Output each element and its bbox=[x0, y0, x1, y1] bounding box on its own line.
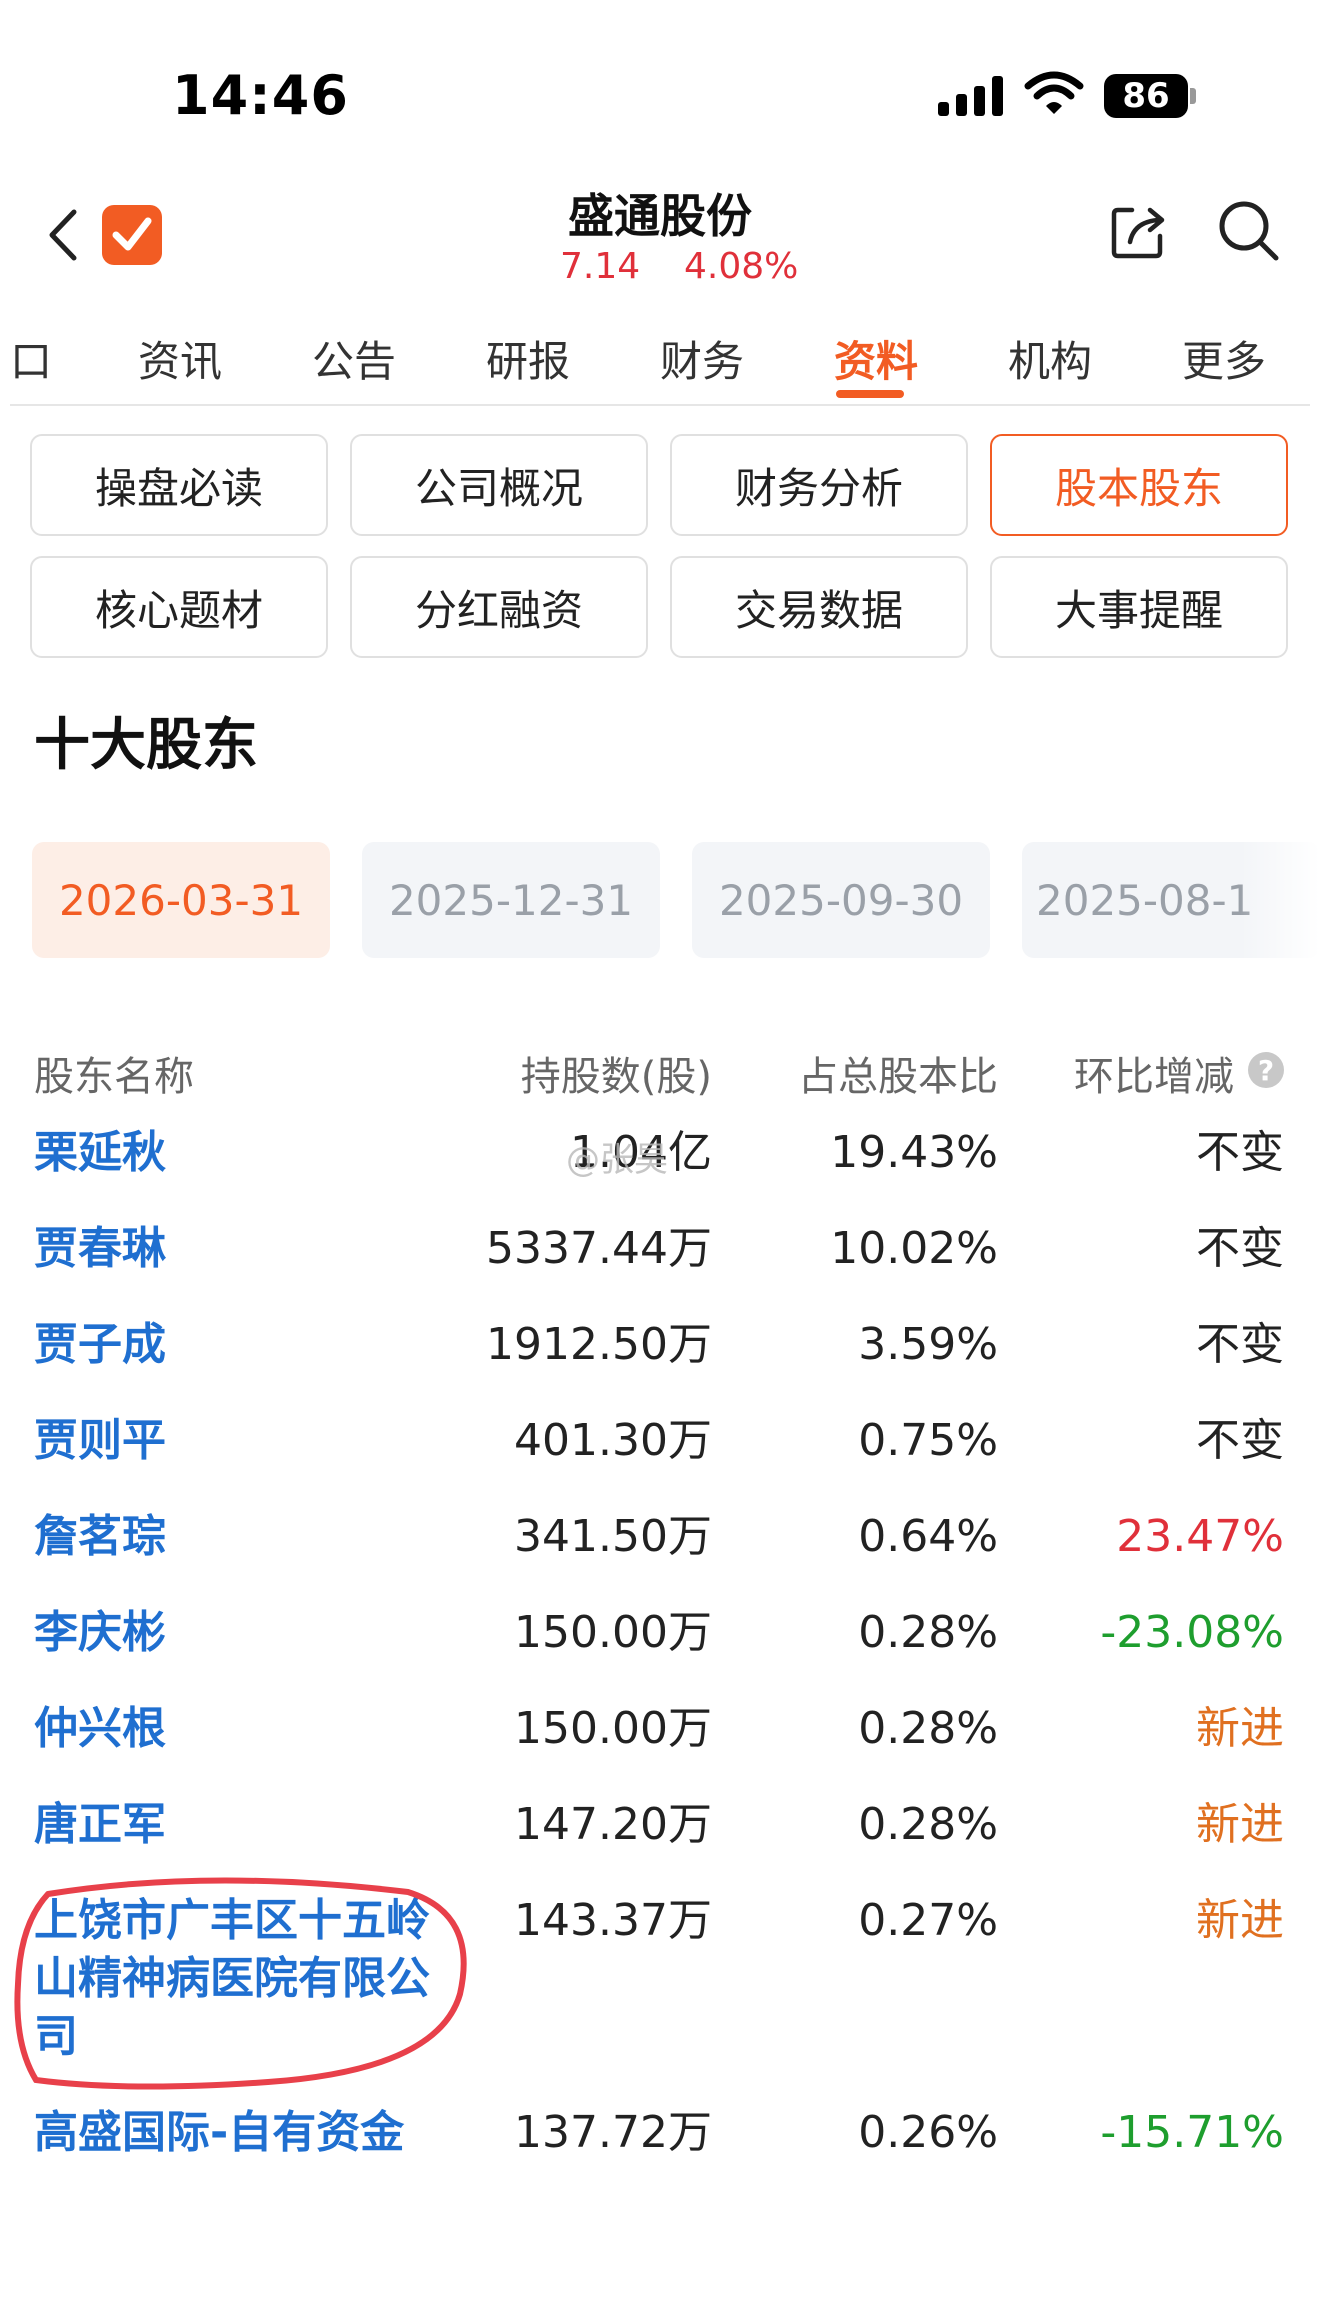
column-header-ratio: 占总股本比 bbox=[798, 1054, 998, 1100]
change-value: 新进 bbox=[1196, 1895, 1284, 1946]
date-chip[interactable]: 2026-03-31 bbox=[32, 842, 330, 958]
share-icon[interactable] bbox=[1106, 200, 1170, 264]
change-value: 不变 bbox=[1196, 1223, 1284, 1274]
category-core-themes[interactable]: 核心题材 bbox=[30, 556, 328, 658]
stock-price: 7.14 bbox=[560, 246, 641, 287]
category-dividends-financing[interactable]: 分红融资 bbox=[350, 556, 648, 658]
search-icon[interactable] bbox=[1216, 198, 1282, 264]
share-ratio: 19.43% bbox=[830, 1127, 998, 1178]
category-financial-analysis[interactable]: 财务分析 bbox=[670, 434, 968, 536]
battery-icon: 86 bbox=[1104, 74, 1188, 118]
shares-held: 5337.44万 bbox=[486, 1223, 712, 1274]
share-ratio: 0.75% bbox=[858, 1415, 998, 1466]
change-value: 不变 bbox=[1196, 1415, 1284, 1466]
shareholder-name[interactable]: 唐正军 bbox=[34, 1796, 434, 1854]
date-chip[interactable]: 2025-12-31 bbox=[362, 842, 660, 958]
share-ratio: 0.28% bbox=[858, 1607, 998, 1658]
column-header-name: 股东名称 bbox=[34, 1054, 194, 1100]
stock-change-percent: 4.08% bbox=[684, 246, 799, 287]
tab-news[interactable]: 资讯 bbox=[138, 328, 222, 389]
scroll-fade bbox=[1240, 842, 1320, 958]
active-tab-indicator bbox=[836, 390, 904, 398]
date-chip[interactable]: 2025-09-30 bbox=[692, 842, 990, 958]
share-ratio: 0.27% bbox=[858, 1895, 998, 1946]
category-company-overview[interactable]: 公司概况 bbox=[350, 434, 648, 536]
share-ratio: 3.59% bbox=[858, 1319, 998, 1370]
shareholder-name[interactable]: 高盛国际-自有资金 bbox=[34, 2104, 434, 2162]
cellular-signal-icon bbox=[938, 76, 1004, 116]
status-time: 14:46 bbox=[172, 64, 349, 127]
shares-held: 341.50万 bbox=[514, 1511, 712, 1562]
tab-research[interactable]: 研报 bbox=[486, 328, 570, 389]
red-circle-annotation bbox=[14, 1877, 467, 2090]
wifi-icon bbox=[1024, 70, 1084, 118]
shares-held: 147.20万 bbox=[514, 1799, 712, 1850]
shares-held: 150.00万 bbox=[514, 1703, 712, 1754]
tab-bar: 口 资讯 公告 研报 财务 资料 机构 更多 bbox=[0, 328, 1320, 398]
section-title: 十大股东 bbox=[34, 713, 258, 778]
change-value: 新进 bbox=[1196, 1703, 1284, 1754]
shareholder-name[interactable]: 詹茗琮 bbox=[34, 1508, 434, 1566]
share-ratio: 0.28% bbox=[858, 1799, 998, 1850]
category-trading-essentials[interactable]: 操盘必读 bbox=[30, 434, 328, 536]
shares-held: 150.00万 bbox=[514, 1607, 712, 1658]
change-value: 23.47% bbox=[1116, 1511, 1284, 1562]
shareholder-name[interactable]: 贾春琳 bbox=[34, 1220, 434, 1278]
divider bbox=[10, 404, 1310, 406]
change-value: 新进 bbox=[1196, 1799, 1284, 1850]
share-ratio: 0.26% bbox=[858, 2107, 998, 2158]
shareholder-name[interactable]: 栗延秋 bbox=[34, 1124, 434, 1182]
shareholder-name[interactable]: 李庆彬 bbox=[34, 1604, 434, 1662]
shares-held: 401.30万 bbox=[514, 1415, 712, 1466]
help-icon[interactable]: ? bbox=[1248, 1052, 1284, 1088]
category-shareholders[interactable]: 股本股东 bbox=[990, 434, 1288, 536]
share-ratio: 0.28% bbox=[858, 1703, 998, 1754]
change-value: -15.71% bbox=[1100, 2107, 1284, 2158]
tab-finance[interactable]: 财务 bbox=[660, 328, 744, 389]
change-value: 不变 bbox=[1196, 1127, 1284, 1178]
shares-held: 1912.50万 bbox=[486, 1319, 712, 1370]
share-ratio: 10.02% bbox=[830, 1223, 998, 1274]
shareholder-name[interactable]: 贾子成 bbox=[34, 1316, 434, 1374]
share-ratio: 0.64% bbox=[858, 1511, 998, 1562]
column-header-shares: 持股数(股) bbox=[520, 1054, 712, 1100]
tab-institutions[interactable]: 机构 bbox=[1008, 328, 1092, 389]
shareholder-name[interactable]: 贾则平 bbox=[34, 1412, 434, 1470]
shares-held: 143.37万 bbox=[514, 1895, 712, 1946]
column-header-change: 环比增减 bbox=[1074, 1054, 1234, 1100]
tab-partial[interactable]: 口 bbox=[10, 328, 52, 389]
change-value: 不变 bbox=[1196, 1319, 1284, 1370]
tab-more[interactable]: 更多 bbox=[1182, 328, 1266, 389]
shareholder-name[interactable]: 仲兴根 bbox=[34, 1700, 434, 1758]
battery-nub bbox=[1190, 88, 1196, 104]
tab-announcements[interactable]: 公告 bbox=[312, 328, 396, 389]
tab-profile[interactable]: 资料 bbox=[834, 328, 918, 389]
change-value: -23.08% bbox=[1100, 1607, 1284, 1658]
shares-held: 137.72万 bbox=[514, 2107, 712, 2158]
category-trading-data[interactable]: 交易数据 bbox=[670, 556, 968, 658]
watermark: @张昊 bbox=[566, 1140, 668, 1180]
category-event-reminders[interactable]: 大事提醒 bbox=[990, 556, 1288, 658]
